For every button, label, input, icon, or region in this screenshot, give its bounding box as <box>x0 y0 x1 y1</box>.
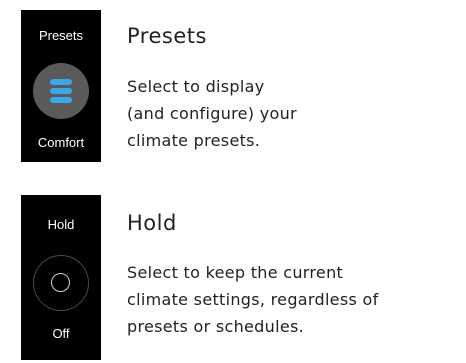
presets-current-value: Comfort <box>37 135 85 150</box>
hold-current-value: Off <box>52 326 70 341</box>
hold-heading: Hold <box>127 211 177 235</box>
presets-icon-bar-bottom <box>50 97 72 103</box>
hold-description-line: Select to keep the current <box>127 263 344 282</box>
hold-description-line: presets or schedules. <box>127 317 304 336</box>
presets-panel-title: Presets <box>38 28 84 43</box>
presets-description-line: Select to display <box>127 77 265 96</box>
presets-icon-bar-top <box>50 79 72 85</box>
presets-description-line: climate presets. <box>127 131 261 150</box>
presets-icon-bar-middle <box>50 88 72 94</box>
presets-panel: Presets Comfort <box>21 10 101 162</box>
hold-panel: Hold Off <box>21 195 101 360</box>
hold-description: Select to keep the current climate setti… <box>127 259 379 340</box>
hold-button[interactable] <box>33 255 89 311</box>
presets-button[interactable] <box>33 63 89 119</box>
hold-ring-icon <box>51 273 70 292</box>
presets-heading: Presets <box>127 24 207 48</box>
presets-description-line: (and configure) your <box>127 104 297 123</box>
presets-description: Select to display (and configure) your c… <box>127 73 297 154</box>
hold-panel-title: Hold <box>47 217 75 232</box>
hold-description-line: climate settings, regardless of <box>127 290 379 309</box>
